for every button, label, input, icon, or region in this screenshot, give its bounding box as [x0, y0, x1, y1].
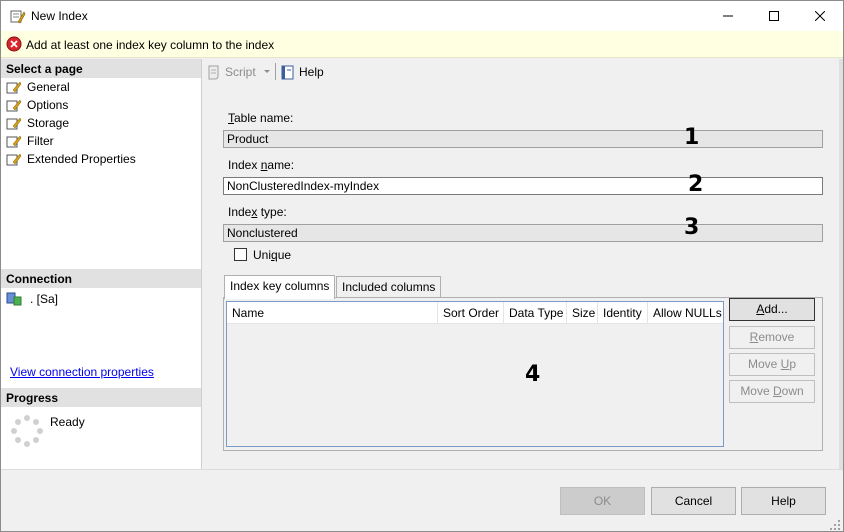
- page-label: Extended Properties: [27, 152, 136, 166]
- server-connection-icon: [6, 292, 22, 306]
- page-item-options[interactable]: Options: [6, 96, 68, 114]
- column-header-sort-order[interactable]: Sort Order: [438, 302, 504, 324]
- page-label: Filter: [27, 134, 54, 148]
- progress-header: Progress: [1, 388, 201, 407]
- maximize-icon: [769, 11, 779, 21]
- script-button[interactable]: Script: [206, 63, 256, 81]
- column-header-data-type[interactable]: Data Type: [504, 302, 567, 324]
- minimize-icon: [723, 15, 733, 17]
- page-wrench-icon: [6, 99, 22, 112]
- title-bar: New Index: [1, 1, 843, 31]
- index-key-columns-grid[interactable]: Name Sort Order Data Type Size Identity …: [226, 301, 724, 447]
- remove-column-button[interactable]: Remove: [729, 326, 815, 349]
- index-wrench-icon: [10, 10, 26, 24]
- page-label: Options: [27, 98, 69, 112]
- page-wrench-icon: [6, 81, 22, 94]
- progress-spinner-icon: [11, 415, 43, 447]
- close-icon: [815, 11, 825, 21]
- ok-button[interactable]: OK: [560, 487, 645, 515]
- index-type-field[interactable]: Nonclustered: [223, 224, 823, 242]
- connection-header: Connection: [1, 269, 201, 288]
- page-label: General: [27, 80, 70, 94]
- tab-included-columns[interactable]: Included columns: [336, 276, 442, 298]
- error-message: Add at least one index key column to the…: [26, 38, 275, 52]
- page-item-general[interactable]: General: [6, 78, 70, 96]
- grid-header: Name Sort Order Data Type Size Identity …: [227, 302, 723, 324]
- footer-separator: [1, 469, 843, 470]
- annotation-1: 1: [684, 125, 700, 150]
- column-header-allow-nulls[interactable]: Allow NULLs: [648, 302, 723, 324]
- toolbar-separator: [275, 63, 276, 80]
- page-wrench-icon: [6, 135, 22, 148]
- progress-status: Ready: [50, 415, 85, 429]
- left-panel: Select a page General Options Storage Fi…: [1, 59, 202, 469]
- table-name-field[interactable]: Product: [223, 130, 823, 148]
- script-label: Script: [225, 65, 256, 79]
- help-button[interactable]: Help: [741, 487, 826, 515]
- column-header-identity[interactable]: Identity: [598, 302, 648, 324]
- index-type-label: Index type:: [228, 205, 287, 219]
- page-wrench-icon: [6, 153, 22, 166]
- help-book-icon: [281, 65, 294, 80]
- minimize-button[interactable]: [705, 1, 751, 31]
- move-up-button[interactable]: Move Up: [729, 353, 815, 376]
- script-dropdown-arrow-icon[interactable]: [264, 70, 270, 73]
- unique-label: Unique: [253, 248, 292, 262]
- resize-grip-icon[interactable]: [829, 519, 841, 531]
- page-wrench-icon: [6, 117, 22, 130]
- annotation-3: 3: [684, 215, 700, 240]
- table-name-label: Table name:: [228, 111, 294, 125]
- move-down-button[interactable]: Move Down: [729, 380, 815, 403]
- help-label: Help: [299, 65, 324, 79]
- index-name-label: Index name:: [228, 158, 295, 172]
- unique-checkbox[interactable]: [234, 248, 247, 261]
- help-toolbar-button[interactable]: Help: [280, 63, 324, 81]
- page-item-filter[interactable]: Filter: [6, 132, 54, 150]
- page-item-extended-properties[interactable]: Extended Properties: [6, 150, 136, 168]
- page-label: Storage: [27, 116, 70, 130]
- column-header-size[interactable]: Size: [567, 302, 598, 324]
- maximize-button[interactable]: [751, 1, 797, 31]
- view-connection-properties-link[interactable]: View connection properties: [10, 365, 154, 379]
- error-circle-icon: [6, 36, 22, 52]
- cancel-button[interactable]: Cancel: [651, 487, 736, 515]
- tab-index-key-columns[interactable]: Index key columns: [224, 275, 336, 299]
- close-button[interactable]: [797, 1, 843, 31]
- script-icon: [208, 65, 219, 80]
- error-banner: Add at least one index key column to the…: [1, 31, 843, 58]
- connection-item: . [Sa]: [6, 291, 58, 307]
- window-title: New Index: [31, 9, 88, 23]
- add-column-button[interactable]: Add...: [729, 298, 815, 321]
- annotation-4: 4: [525, 362, 541, 387]
- vertical-scrollbar[interactable]: [839, 59, 843, 469]
- annotation-2: 2: [688, 172, 704, 197]
- index-name-input[interactable]: NonClusteredIndex-myIndex: [223, 177, 823, 195]
- toolbar: Script Help: [203, 59, 843, 84]
- column-header-name[interactable]: Name: [227, 302, 438, 324]
- new-index-dialog: New Index Add at least one index key col…: [0, 0, 844, 532]
- page-item-storage[interactable]: Storage: [6, 114, 69, 132]
- connection-value: . [Sa]: [30, 292, 59, 306]
- select-page-header: Select a page: [1, 59, 201, 78]
